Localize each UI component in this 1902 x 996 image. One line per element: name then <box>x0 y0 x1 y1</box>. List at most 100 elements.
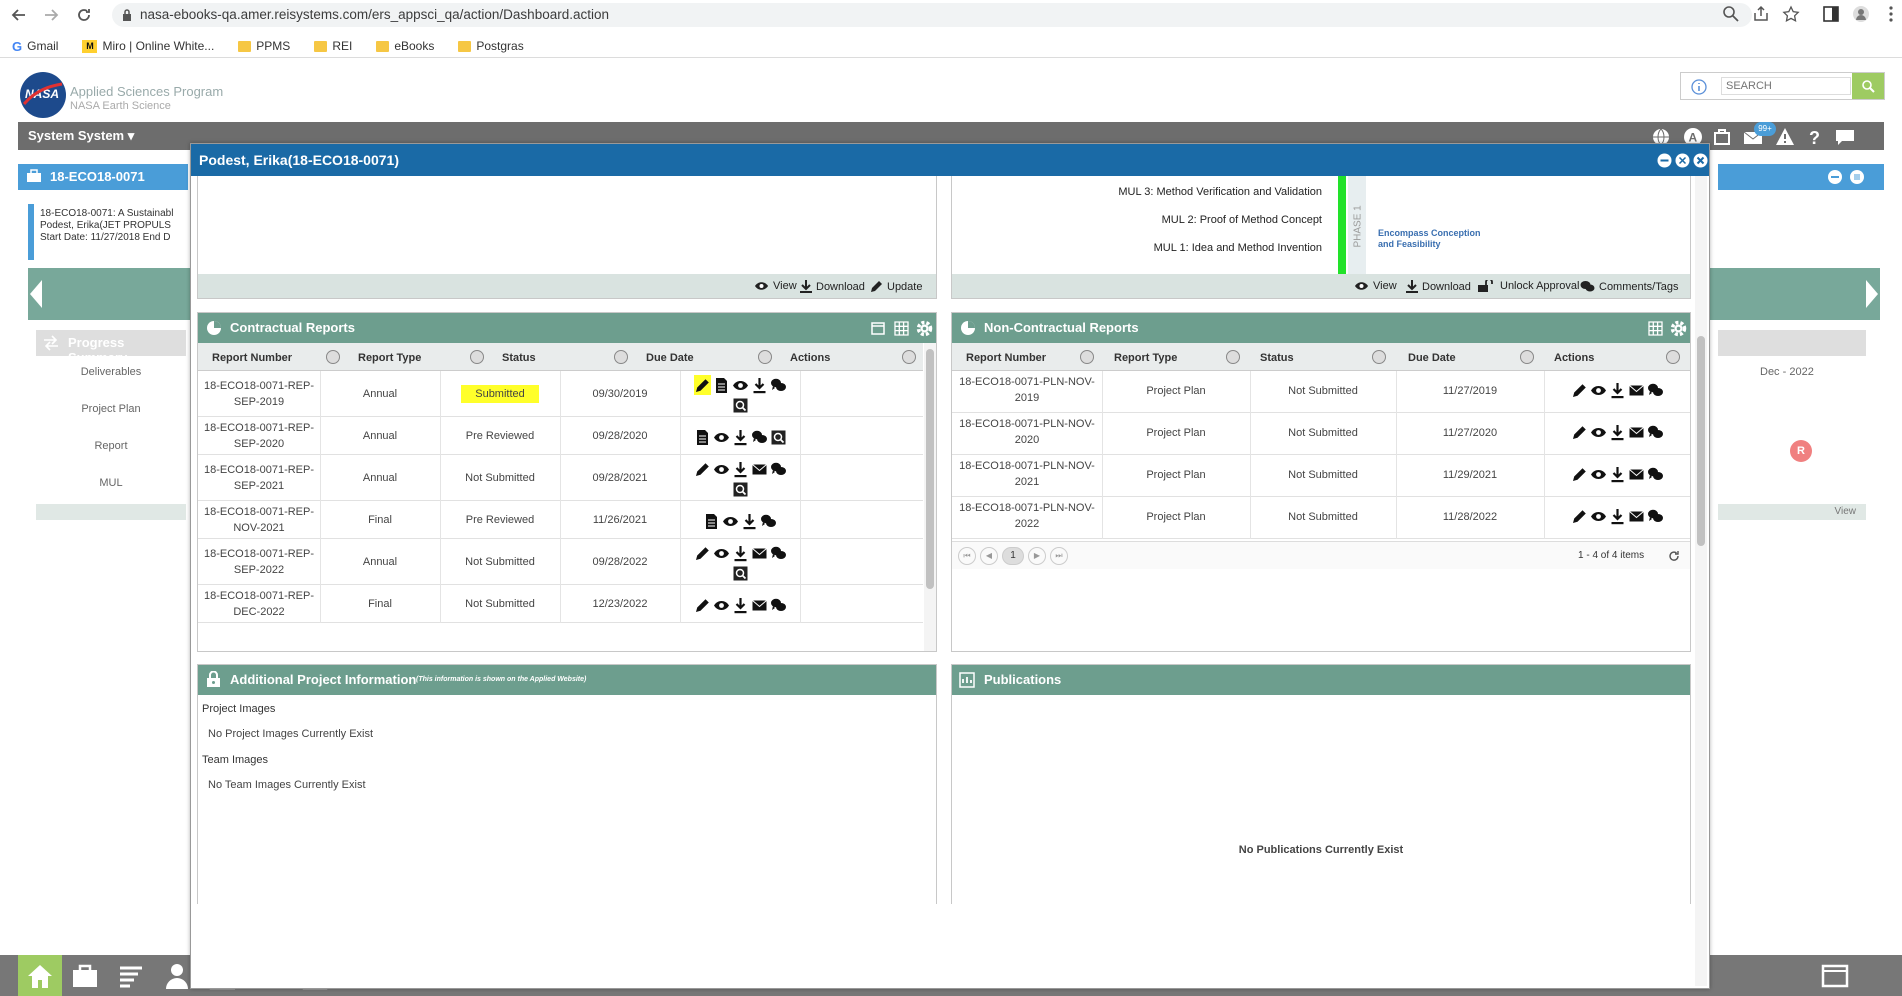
bookmark-miro[interactable]: M Miro | Online White... <box>82 37 214 55</box>
gear-icon[interactable] <box>1670 320 1687 337</box>
back-arrow-icon[interactable] <box>10 6 28 24</box>
minimize-icon[interactable] <box>1657 153 1672 168</box>
expand-icon[interactable] <box>1675 153 1690 168</box>
download-icon[interactable] <box>732 545 749 562</box>
filter-icon[interactable] <box>326 350 340 364</box>
address-bar[interactable]: nasa-ebooks-qa.amer.reisystems.com/ers_a… <box>112 3 1752 27</box>
mail-icon[interactable] <box>751 545 768 562</box>
menu-kebab-icon[interactable] <box>1882 5 1900 23</box>
carousel-prev-icon[interactable] <box>28 278 44 310</box>
carousel-next-icon[interactable] <box>1864 278 1880 310</box>
comments-icon[interactable] <box>751 429 768 446</box>
contractual-scrollbar-thumb[interactable] <box>926 349 934 589</box>
download-icon[interactable] <box>732 461 749 478</box>
grid-icon[interactable] <box>894 321 909 336</box>
contractual-scrollbar[interactable] <box>924 343 936 651</box>
view-button[interactable]: View <box>754 280 797 292</box>
refresh-icon[interactable] <box>1668 550 1680 562</box>
view-eye-icon[interactable] <box>713 461 730 478</box>
comments-icon[interactable] <box>770 545 787 562</box>
comments-icon[interactable] <box>760 513 777 530</box>
edit-pencil-icon[interactable] <box>1571 382 1588 399</box>
document-icon[interactable] <box>694 429 711 446</box>
comments-icon[interactable] <box>770 461 787 478</box>
download-icon[interactable] <box>741 513 758 530</box>
close-icon[interactable] <box>1693 153 1708 168</box>
view-eye-icon[interactable] <box>1590 466 1607 483</box>
window-icon[interactable] <box>1820 961 1850 991</box>
edit-pencil-icon[interactable] <box>1571 424 1588 441</box>
sidebar-toggle-icon[interactable] <box>1822 5 1840 23</box>
edit-pencil-icon[interactable] <box>694 377 711 394</box>
mail-icon[interactable] <box>751 597 768 614</box>
download-button[interactable]: Download <box>800 280 865 293</box>
filter-icon[interactable] <box>1080 350 1094 364</box>
bookmark-ppms[interactable]: PPMS <box>238 37 290 55</box>
filter-icon[interactable] <box>758 350 772 364</box>
mul-download-button[interactable]: Download <box>1406 280 1471 293</box>
right-view-link[interactable]: View <box>1718 504 1866 520</box>
alert-icon[interactable] <box>1774 126 1796 148</box>
prev-page-icon[interactable]: ◀ <box>980 547 998 565</box>
filter-icon[interactable] <box>614 350 628 364</box>
download-icon[interactable] <box>1609 382 1626 399</box>
edit-pencil-icon[interactable] <box>1571 508 1588 525</box>
nasa-logo[interactable]: NASA <box>20 72 66 118</box>
search-input[interactable] <box>1721 77 1851 95</box>
project-tab[interactable]: 18-ECO18-0071 <box>18 164 188 190</box>
download-icon[interactable] <box>1609 508 1626 525</box>
edit-pencil-icon[interactable] <box>694 461 711 478</box>
filter-icon[interactable] <box>470 350 484 364</box>
view-eye-icon[interactable] <box>1590 508 1607 525</box>
edit-pencil-icon[interactable] <box>694 545 711 562</box>
review-icon[interactable] <box>732 481 749 498</box>
comments-tags-button[interactable]: Comments/Tags <box>1580 280 1678 293</box>
filter-icon[interactable] <box>1666 350 1680 364</box>
comments-icon[interactable] <box>770 597 787 614</box>
bookmark-ebooks[interactable]: eBooks <box>376 37 434 55</box>
bookmark-postgras[interactable]: Postgras <box>458 37 524 55</box>
comments-icon[interactable] <box>1647 382 1664 399</box>
profile-icon[interactable] <box>1852 5 1870 23</box>
chat-icon[interactable] <box>1834 126 1856 148</box>
download-icon[interactable] <box>751 377 768 394</box>
first-page-icon[interactable]: ⏮ <box>958 547 976 565</box>
list-icon[interactable] <box>116 961 146 991</box>
menu-circle-icon[interactable] <box>1850 170 1864 184</box>
user-icon[interactable] <box>162 961 192 991</box>
document-icon[interactable] <box>713 377 730 394</box>
view-eye-icon[interactable] <box>1590 424 1607 441</box>
mail-icon[interactable] <box>1628 466 1645 483</box>
update-button[interactable]: Update <box>870 280 922 293</box>
edit-pencil-icon[interactable] <box>694 597 711 614</box>
zoom-icon[interactable] <box>1722 5 1740 23</box>
mul-view-button[interactable]: View <box>1354 280 1397 292</box>
download-icon[interactable] <box>732 597 749 614</box>
window-icon[interactable] <box>871 322 885 335</box>
view-eye-icon[interactable] <box>722 513 739 530</box>
last-page-icon[interactable]: ⏭ <box>1050 547 1068 565</box>
comments-icon[interactable] <box>1647 508 1664 525</box>
briefcase-icon[interactable] <box>70 961 100 991</box>
filter-icon[interactable] <box>1372 350 1386 364</box>
review-icon[interactable] <box>732 397 749 414</box>
filter-icon[interactable] <box>902 350 916 364</box>
bookmark-rei[interactable]: REI <box>314 37 352 55</box>
help-icon[interactable]: ? <box>1804 126 1826 148</box>
share-icon[interactable] <box>1752 5 1770 23</box>
view-eye-icon[interactable] <box>1590 382 1607 399</box>
forward-arrow-icon[interactable] <box>42 6 60 24</box>
briefcase-gear-icon[interactable] <box>1712 126 1734 148</box>
dock-home-button[interactable] <box>18 955 62 996</box>
mail-icon[interactable] <box>751 461 768 478</box>
modal-scrollbar[interactable] <box>1695 176 1707 986</box>
unlock-approval-button[interactable]: Unlock Approval <box>1478 280 1580 292</box>
next-page-icon[interactable]: ▶ <box>1028 547 1046 565</box>
search-button[interactable] <box>1852 73 1884 99</box>
filter-icon[interactable] <box>1520 350 1534 364</box>
mail-icon[interactable] <box>1628 508 1645 525</box>
view-eye-icon[interactable] <box>713 545 730 562</box>
grid-icon[interactable] <box>1648 321 1663 336</box>
comments-icon[interactable] <box>770 377 787 394</box>
modal-scrollbar-thumb[interactable] <box>1697 336 1705 546</box>
